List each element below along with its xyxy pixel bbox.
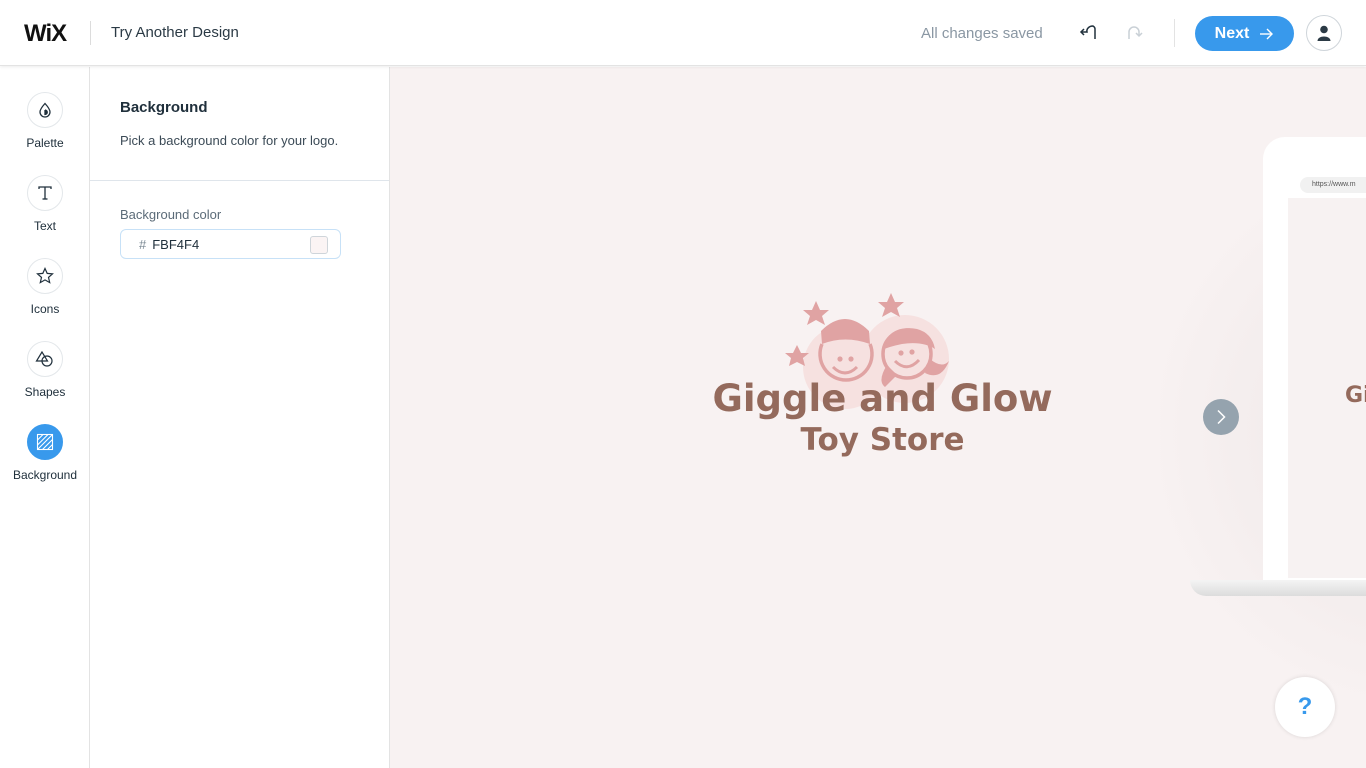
rail-item-palette[interactable]: Palette <box>0 92 90 162</box>
help-button[interactable]: ? <box>1275 677 1335 737</box>
carousel-next-button[interactable] <box>1203 399 1239 435</box>
next-label: Next <box>1214 24 1250 42</box>
tools-rail: Palette Text Icons Shapes Background <box>0 67 90 768</box>
header-divider <box>1174 19 1175 47</box>
save-status: All changes saved <box>921 25 1043 42</box>
user-icon <box>1317 25 1331 41</box>
laptop-url-text: https://www.m <box>1300 177 1366 193</box>
text-t-icon <box>38 186 52 200</box>
rail-icon-wrap <box>27 341 63 377</box>
star-icon <box>36 267 54 284</box>
rail-icon-wrap <box>27 258 63 294</box>
chevron-right-icon <box>1217 409 1226 425</box>
star-shape <box>878 293 904 317</box>
color-swatch-button[interactable] <box>310 236 328 254</box>
arrow-right-icon <box>1260 28 1274 39</box>
undo-icon <box>1079 25 1096 39</box>
rail-item-text[interactable]: Text <box>0 175 90 245</box>
page-title: Try Another Design <box>111 24 239 41</box>
rail-label: Text <box>33 219 56 233</box>
background-hatch-icon <box>36 433 54 451</box>
wix-logo[interactable]: WiX <box>24 20 67 48</box>
panel-description: Pick a background color for your logo. <box>120 133 339 148</box>
rail-label: Palette <box>26 136 64 150</box>
rail-item-shapes[interactable]: Shapes <box>0 341 90 411</box>
undo-button[interactable] <box>1078 21 1100 45</box>
logo-divider <box>90 21 91 45</box>
rail-label: Icons <box>30 302 60 316</box>
laptop-url-bar: https://www.m <box>1288 172 1366 198</box>
rail-item-icons[interactable]: Icons <box>0 258 90 328</box>
rail-item-background[interactable]: Background <box>0 424 90 494</box>
next-button[interactable]: Next <box>1195 16 1294 51</box>
background-color-field[interactable]: # <box>120 229 341 259</box>
panel-title: Background <box>120 99 208 116</box>
rail-icon-wrap <box>27 424 63 460</box>
panel-divider <box>90 180 389 181</box>
hash-prefix: # <box>139 236 147 252</box>
laptop-mockup: https://www.m <box>1263 137 1366 583</box>
shapes-icon <box>35 350 53 367</box>
laptop-screen <box>1288 172 1366 578</box>
hex-color-input[interactable] <box>152 236 293 252</box>
logo-brand-name: Giggle and Glow <box>712 377 1053 420</box>
laptop-logo-preview-text: Gi <box>1345 383 1366 408</box>
rail-icon-wrap <box>27 175 63 211</box>
logo-brand-subtitle: Toy Store <box>800 422 965 458</box>
drop-icon <box>39 102 51 118</box>
account-avatar-button[interactable] <box>1306 15 1342 51</box>
laptop-base <box>1190 580 1366 596</box>
logo-preview-canvas: Giggle and Glow Toy Store https://www.m … <box>390 67 1366 768</box>
rail-label: Shapes <box>24 385 66 399</box>
star-shape <box>803 301 829 325</box>
top-bar: WiX Try Another Design All changes saved… <box>0 0 1366 66</box>
background-color-label: Background color <box>120 207 222 222</box>
redo-icon <box>1128 26 1143 39</box>
background-panel: Background Pick a background color for y… <box>90 67 390 768</box>
redo-button[interactable] <box>1124 21 1146 45</box>
rail-icon-wrap <box>27 92 63 128</box>
rail-label: Background <box>12 468 78 482</box>
